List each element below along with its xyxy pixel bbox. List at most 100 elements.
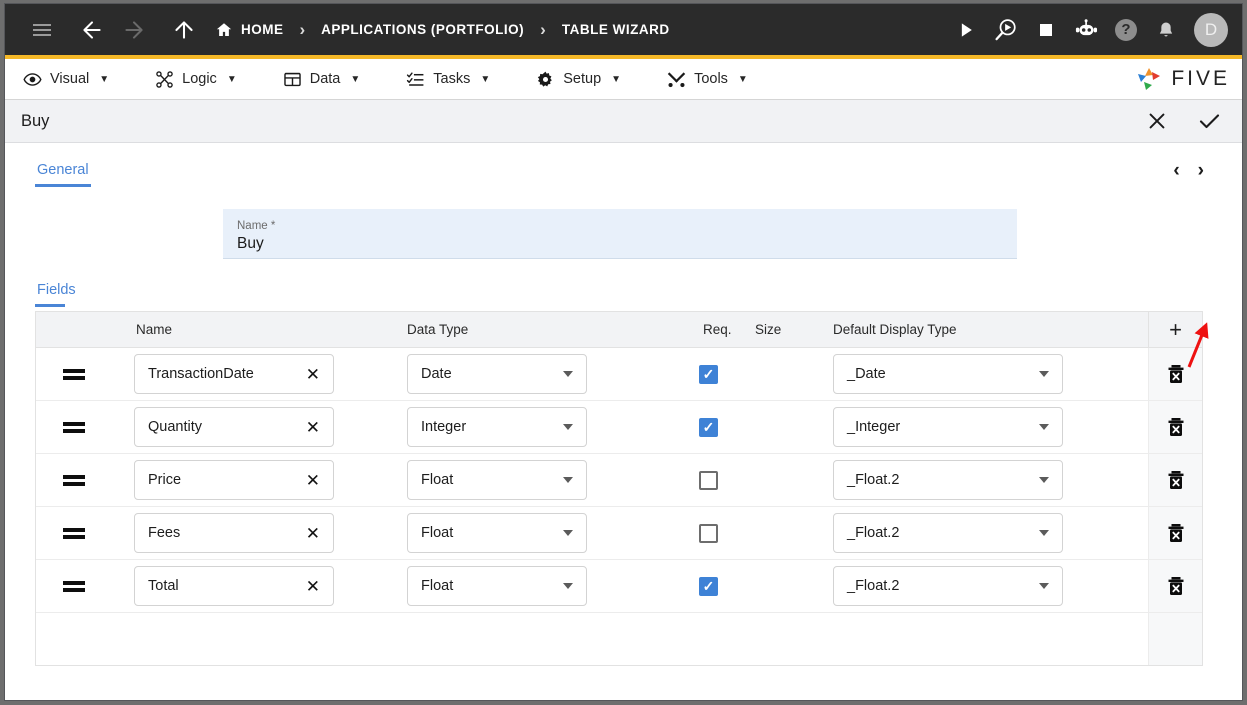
breadcrumb-separator-2: › <box>540 20 546 39</box>
field-name-value: Fees <box>148 525 181 541</box>
table-row: Price ✕ Float _Float.2 <box>36 454 1202 507</box>
stop-icon[interactable] <box>1026 9 1066 51</box>
breadcrumb-item-table-wizard[interactable]: TABLE WIZARD <box>562 22 670 37</box>
data-type-value: Integer <box>421 419 467 435</box>
display-type-select[interactable]: _Float.2 <box>833 566 1063 606</box>
tab-general[interactable]: General <box>35 157 91 187</box>
data-type-value: Float <box>421 525 454 541</box>
debug-run-icon[interactable] <box>986 9 1026 51</box>
menu-item-data[interactable]: Data ▼ <box>283 70 379 89</box>
field-display-type-cell: _Float.2 <box>798 513 1148 553</box>
drag-handle-icon[interactable] <box>36 527 104 539</box>
display-type-select[interactable]: _Date <box>833 354 1063 394</box>
chevron-down-icon: ▼ <box>226 73 237 85</box>
field-display-type-cell: _Date <box>798 354 1148 394</box>
field-name-input[interactable]: Fees ✕ <box>134 513 334 553</box>
data-type-select[interactable]: Float <box>407 566 587 606</box>
delete-field-button[interactable] <box>1148 348 1202 400</box>
add-field-button[interactable]: + <box>1148 312 1202 347</box>
field-name-value: Quantity <box>148 419 202 435</box>
clear-x-icon[interactable]: ✕ <box>303 525 323 542</box>
table-row: TransactionDate ✕ Date ✓ _Date <box>36 348 1202 401</box>
help-icon[interactable]: ? <box>1106 9 1146 51</box>
topbar-left-group: HOME › APPLICATIONS (PORTFOLIO) › TABLE … <box>21 9 670 51</box>
menu-label-data: Data <box>309 71 341 87</box>
gear-icon <box>536 70 555 89</box>
menu-item-tasks[interactable]: Tasks ▼ <box>406 70 508 89</box>
delete-field-button[interactable] <box>1148 454 1202 506</box>
field-required-cell <box>678 470 733 490</box>
chevron-down-icon: ▼ <box>99 73 110 85</box>
menu-item-visual[interactable]: Visual ▼ <box>23 70 127 89</box>
display-type-value: _Float.2 <box>847 472 900 488</box>
table-row: Fees ✕ Float _Float.2 <box>36 507 1202 560</box>
required-checkbox[interactable] <box>699 523 718 543</box>
run-icon[interactable] <box>946 9 986 51</box>
close-button[interactable] <box>1142 106 1172 136</box>
clear-x-icon[interactable]: ✕ <box>303 366 323 383</box>
notifications-bell-icon[interactable] <box>1146 9 1186 51</box>
menu-item-setup[interactable]: Setup ▼ <box>536 70 639 89</box>
field-name-input[interactable]: TransactionDate ✕ <box>134 354 334 394</box>
required-checkbox[interactable]: ✓ <box>699 576 718 596</box>
next-record-button[interactable]: › <box>1198 161 1204 180</box>
chevron-down-icon <box>563 424 573 430</box>
chevron-down-icon: ▼ <box>737 73 748 85</box>
chevron-down-icon <box>1039 424 1049 430</box>
robot-icon[interactable] <box>1066 9 1106 51</box>
avatar[interactable]: D <box>1194 12 1228 47</box>
breadcrumb-label-home: HOME <box>241 22 284 37</box>
chevron-down-icon: ▼ <box>350 73 361 85</box>
arrow-right-icon[interactable] <box>113 9 155 51</box>
field-data-type-cell: Float <box>406 513 678 553</box>
field-name-input[interactable]: Quantity ✕ <box>134 407 334 447</box>
field-data-type-cell: Date <box>406 354 678 394</box>
clear-x-icon[interactable]: ✕ <box>303 472 323 489</box>
delete-field-button[interactable] <box>1148 507 1202 559</box>
field-required-cell: ✓ <box>678 364 733 384</box>
field-name-value: Total <box>148 578 179 594</box>
name-field[interactable]: Name * Buy <box>223 209 1017 259</box>
clear-x-icon[interactable]: ✕ <box>303 578 323 595</box>
previous-record-button[interactable]: ‹ <box>1173 161 1179 180</box>
data-type-select[interactable]: Float <box>407 460 587 500</box>
breadcrumb-item-applications[interactable]: APPLICATIONS (PORTFOLIO) <box>321 22 524 37</box>
display-type-select[interactable]: _Float.2 <box>833 460 1063 500</box>
display-type-select[interactable]: _Float.2 <box>833 513 1063 553</box>
chevron-down-icon: ▼ <box>480 73 491 85</box>
field-name-input[interactable]: Total ✕ <box>134 566 334 606</box>
chevron-down-icon <box>563 583 573 589</box>
arrow-left-icon[interactable] <box>71 9 113 51</box>
data-type-select[interactable]: Date <box>407 354 587 394</box>
breadcrumb-item-home[interactable]: HOME <box>215 21 284 39</box>
field-name-input[interactable]: Price ✕ <box>134 460 334 500</box>
menu-item-logic[interactable]: Logic ▼ <box>155 70 255 89</box>
required-checkbox[interactable]: ✓ <box>699 364 718 384</box>
checklist-icon <box>406 70 425 89</box>
display-type-value: _Date <box>847 366 886 382</box>
name-input[interactable]: Buy <box>237 234 1003 255</box>
display-type-select[interactable]: _Integer <box>833 407 1063 447</box>
data-type-select[interactable]: Integer <box>407 407 587 447</box>
drag-handle-icon[interactable] <box>36 580 104 592</box>
fields-table-header: Name Data Type Req. Size Default Display… <box>36 312 1202 348</box>
delete-field-button[interactable] <box>1148 401 1202 453</box>
field-name-cell: TransactionDate ✕ <box>104 354 406 394</box>
required-checkbox[interactable] <box>699 470 718 490</box>
drag-handle-icon[interactable] <box>36 474 104 486</box>
delete-field-button[interactable] <box>1148 560 1202 612</box>
tab-fields[interactable]: Fields <box>35 282 78 307</box>
arrow-up-icon[interactable] <box>163 9 205 51</box>
menu-item-tools[interactable]: Tools ▼ <box>667 70 766 89</box>
confirm-save-button[interactable] <box>1194 106 1224 136</box>
chevron-down-icon <box>563 530 573 536</box>
data-type-select[interactable]: Float <box>407 513 587 553</box>
required-checkbox[interactable]: ✓ <box>699 417 718 437</box>
hamburger-icon[interactable] <box>21 9 63 51</box>
clear-x-icon[interactable]: ✕ <box>303 419 323 436</box>
page-title: Buy <box>21 111 50 130</box>
data-type-value: Float <box>421 578 454 594</box>
tools-wrench-icon <box>667 70 686 89</box>
drag-handle-icon[interactable] <box>36 368 104 380</box>
drag-handle-icon[interactable] <box>36 421 104 433</box>
